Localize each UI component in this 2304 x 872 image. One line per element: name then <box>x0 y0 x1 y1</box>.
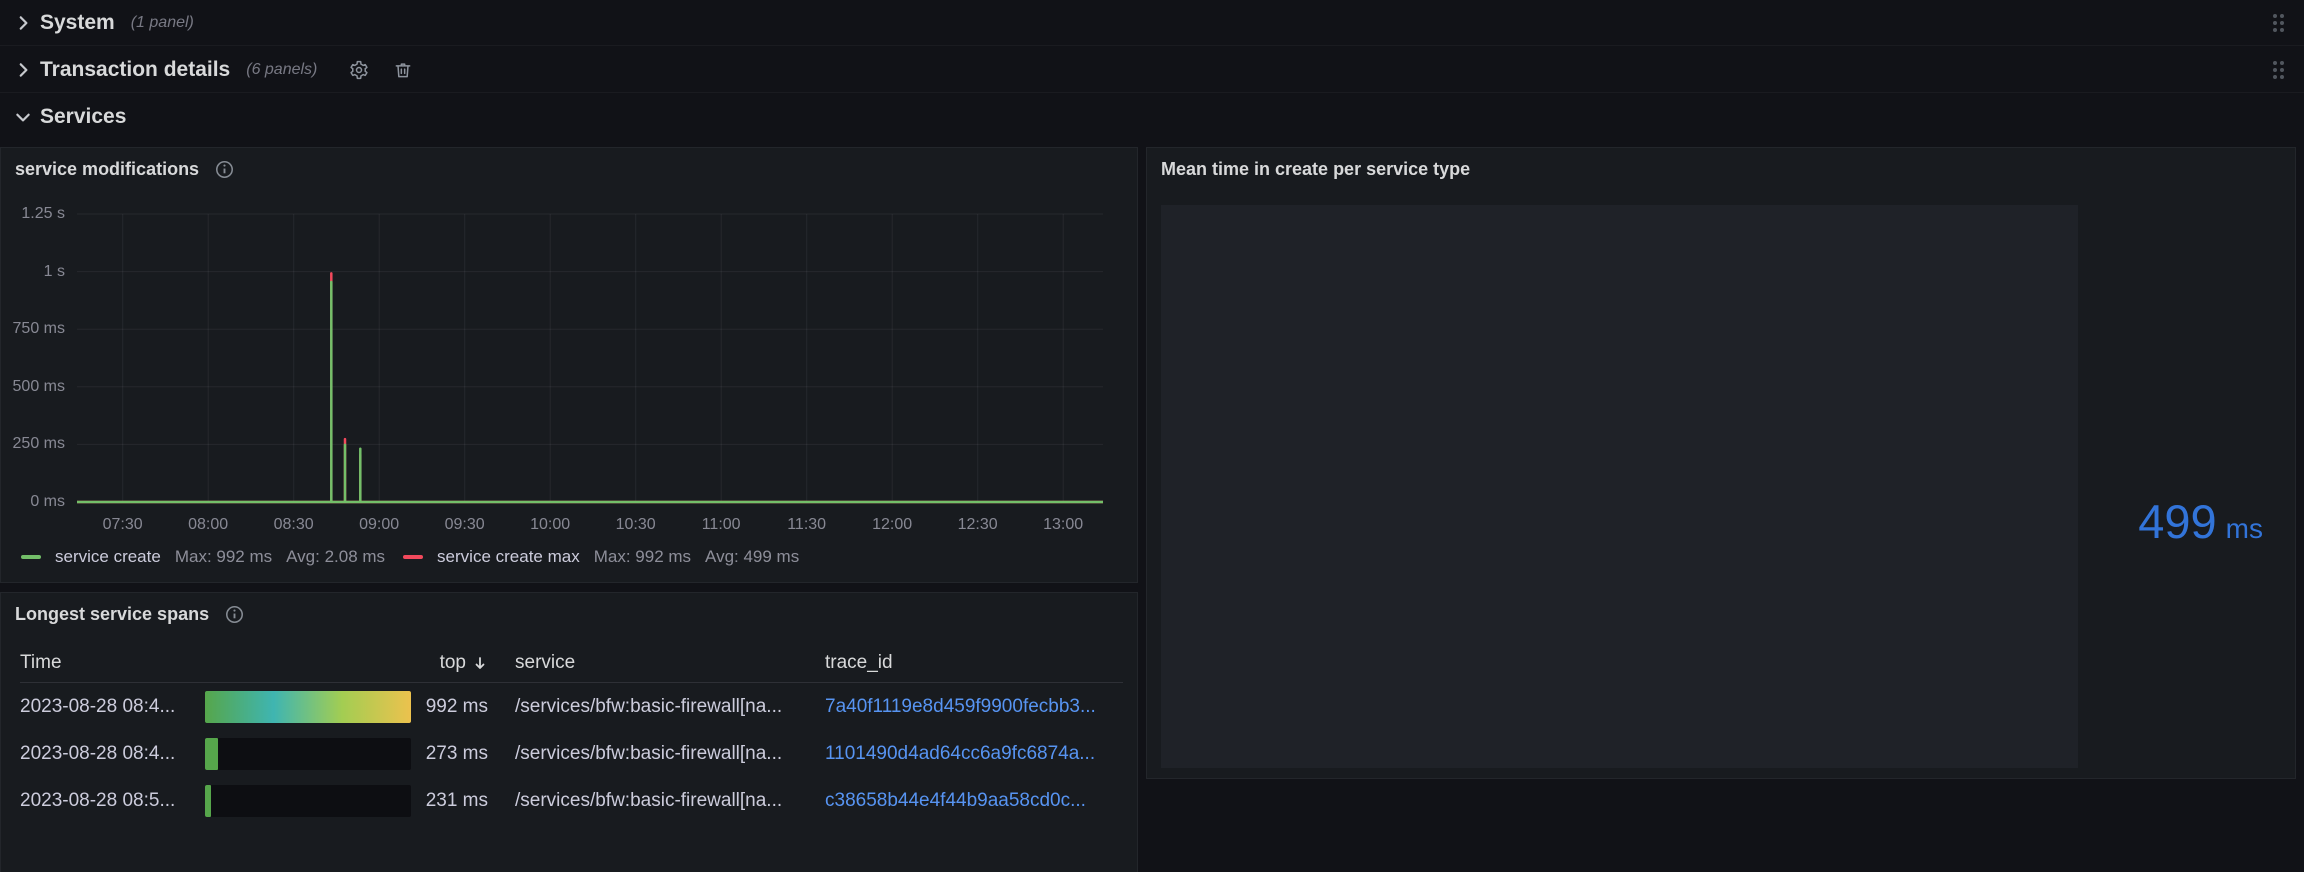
x-tick-label: 09:30 <box>420 516 510 534</box>
row-panel-count: (6 panels) <box>246 61 317 79</box>
legend-stat-avg: Avg: 499 ms <box>705 547 799 567</box>
stat-graph-area <box>1161 205 2078 768</box>
chevron-right-icon <box>14 14 32 32</box>
legend-series-name[interactable]: service create max <box>437 547 580 567</box>
row-panel-count: (1 panel) <box>131 14 194 32</box>
cell-top: 273 ms <box>205 738 505 770</box>
panel-title[interactable]: service modifications <box>15 159 199 180</box>
cell-service: /services/bfw:basic-firewall[na... <box>505 743 815 765</box>
row-title-transaction-details[interactable]: Transaction details <box>40 58 230 82</box>
y-tick-label: 750 ms <box>1 320 65 338</box>
duration-bar <box>205 785 211 817</box>
col-header-top-label: top <box>440 652 466 674</box>
cell-trace-id: c38658b44e4f44b9aa58cd0c... <box>815 790 1123 812</box>
row-title-services[interactable]: Services <box>40 105 126 129</box>
stat-value: 499 ms <box>2138 496 2263 548</box>
col-header-service[interactable]: service <box>505 652 815 674</box>
row-actions <box>349 60 413 80</box>
trace-id-link[interactable]: 7a40f1119e8d459f9900fecbb3... <box>825 696 1096 717</box>
grafana-dashboard: System (1 panel) Transaction details (6 … <box>0 0 2304 872</box>
timeseries-plot <box>77 214 1103 502</box>
table-row: 2023-08-28 08:4... 992 ms /services/bfw:… <box>20 683 1123 730</box>
row-header-services[interactable]: Services <box>0 94 2304 140</box>
cell-time: 2023-08-28 08:4... <box>20 743 205 765</box>
gear-icon[interactable] <box>349 60 369 80</box>
chevron-right-icon <box>14 61 32 79</box>
table-row: 2023-08-28 08:4... 273 ms /services/bfw:… <box>20 730 1123 777</box>
stat-number: 499 <box>2138 496 2216 548</box>
info-circle-icon[interactable] <box>225 605 244 624</box>
panel-title[interactable]: Mean time in create per service type <box>1161 159 1470 180</box>
trash-icon[interactable] <box>393 60 413 80</box>
trace-id-link[interactable]: 1101490d4ad64cc6a9fc6874a... <box>825 743 1095 764</box>
table-header-row: Time top service trace_id <box>20 643 1123 683</box>
y-tick-label: 500 ms <box>1 378 65 396</box>
panel-longest-service-spans: Longest service spans Time top service t… <box>0 592 1138 872</box>
y-tick-label: 1.25 s <box>1 205 65 223</box>
legend-item-service-create-max[interactable]: service create max Max: 992 ms Avg: 499 … <box>403 547 799 567</box>
chevron-down-icon <box>14 108 32 126</box>
panel-mean-time-in-create: Mean time in create per service type 499… <box>1146 147 2296 779</box>
sort-desc-icon <box>472 655 488 671</box>
legend-stat-max: Max: 992 ms <box>594 547 691 567</box>
info-circle-icon[interactable] <box>215 160 234 179</box>
y-tick-label: 250 ms <box>1 435 65 453</box>
series-swatch <box>21 555 41 559</box>
cell-time: 2023-08-28 08:4... <box>20 696 205 718</box>
grip-dots-icon[interactable] <box>2273 61 2284 79</box>
y-tick-label: 0 ms <box>1 493 65 511</box>
cell-time: 2023-08-28 08:5... <box>20 790 205 812</box>
x-tick-label: 10:30 <box>591 516 681 534</box>
row-header-system[interactable]: System (1 panel) <box>0 0 2304 46</box>
x-tick-label: 07:30 <box>78 516 168 534</box>
panel-header: Mean time in create per service type <box>1147 148 2295 191</box>
table-row: 2023-08-28 08:5... 231 ms /services/bfw:… <box>20 777 1123 824</box>
cell-top: 231 ms <box>205 785 505 817</box>
col-header-top[interactable]: top <box>205 652 505 674</box>
panel-service-modifications: service modifications 0 ms 250 ms 500 ms 75… <box>0 147 1138 583</box>
duration-bar-track <box>205 691 411 723</box>
x-tick-label: 10:00 <box>505 516 595 534</box>
chart-legend: service create Max: 992 ms Avg: 2.08 ms … <box>21 546 799 568</box>
x-tick-label: 13:00 <box>1018 516 1108 534</box>
x-tick-label: 11:00 <box>676 516 766 534</box>
duration-bar-track <box>205 738 411 770</box>
duration-value: 273 ms <box>411 743 505 765</box>
x-tick-label: 12:30 <box>933 516 1023 534</box>
x-tick-label: 08:00 <box>163 516 253 534</box>
legend-stat-avg: Avg: 2.08 ms <box>286 547 385 567</box>
duration-value: 992 ms <box>411 696 505 718</box>
col-header-time[interactable]: Time <box>20 652 205 674</box>
y-tick-label: 1 s <box>1 263 65 281</box>
cell-service: /services/bfw:basic-firewall[na... <box>505 790 815 812</box>
legend-stat-max: Max: 992 ms <box>175 547 272 567</box>
cell-trace-id: 7a40f1119e8d459f9900fecbb3... <box>815 696 1123 718</box>
cell-trace-id: 1101490d4ad64cc6a9fc6874a... <box>815 743 1123 765</box>
series-swatch <box>403 555 423 559</box>
duration-bar <box>205 738 218 770</box>
grip-dots-icon[interactable] <box>2273 14 2284 32</box>
panel-title[interactable]: Longest service spans <box>15 604 209 625</box>
legend-item-service-create[interactable]: service create Max: 992 ms Avg: 2.08 ms <box>21 547 385 567</box>
x-tick-label: 12:00 <box>847 516 937 534</box>
panel-header: service modifications <box>1 148 1137 191</box>
duration-value: 231 ms <box>411 790 505 812</box>
x-tick-label: 11:30 <box>762 516 852 534</box>
spans-table: Time top service trace_id 2023-08-28 08:… <box>20 643 1123 824</box>
duration-bar <box>205 691 411 723</box>
x-tick-label: 09:00 <box>334 516 424 534</box>
duration-bar-track <box>205 785 411 817</box>
col-header-trace-id[interactable]: trace_id <box>815 652 1123 674</box>
cell-service: /services/bfw:basic-firewall[na... <box>505 696 815 718</box>
row-title-system[interactable]: System <box>40 11 115 35</box>
row-header-transaction-details[interactable]: Transaction details (6 panels) <box>0 47 2304 93</box>
stat-unit: ms <box>2226 513 2263 545</box>
legend-series-name[interactable]: service create <box>55 547 161 567</box>
trace-id-link[interactable]: c38658b44e4f44b9aa58cd0c... <box>825 790 1086 811</box>
panel-header: Longest service spans <box>1 593 1137 636</box>
x-tick-label: 08:30 <box>249 516 339 534</box>
cell-top: 992 ms <box>205 691 505 723</box>
